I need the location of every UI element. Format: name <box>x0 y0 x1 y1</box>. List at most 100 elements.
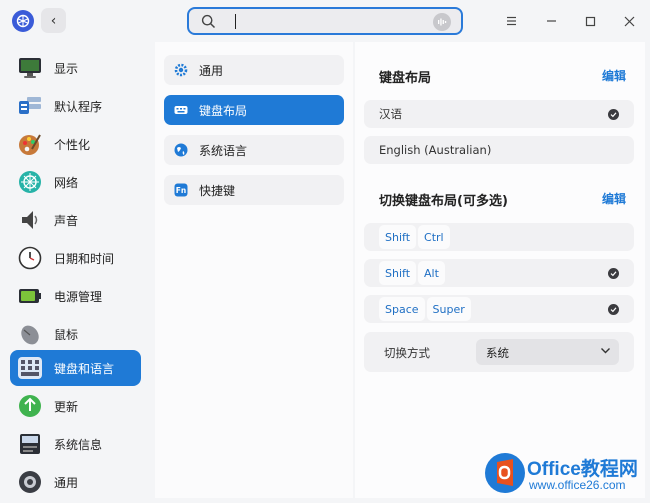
check-icon <box>608 304 619 315</box>
system-info-icon <box>17 431 43 457</box>
minimize-button[interactable] <box>540 10 562 32</box>
shortcut-row-shift-ctrl[interactable]: Shift Ctrl <box>364 223 634 251</box>
keycap: Shift <box>379 261 417 285</box>
shortcut-row-space-super[interactable]: Space Super <box>364 295 634 323</box>
sidebar-item-display[interactable]: 显示 <box>10 50 141 86</box>
close-button[interactable] <box>618 10 640 32</box>
sidebar-item-system-info[interactable]: 系统信息 <box>10 426 141 462</box>
menu-button[interactable] <box>500 10 522 32</box>
watermark: Office教程网 www.office26.com <box>483 450 648 498</box>
maximize-button[interactable] <box>579 10 601 32</box>
sidebar-item-update[interactable]: 更新 <box>10 388 141 424</box>
update-icon <box>17 393 43 419</box>
sidebar-item-mouse[interactable]: 鼠标 <box>10 316 141 352</box>
battery-icon <box>17 283 43 309</box>
maximize-icon <box>585 16 595 26</box>
submenu-item-label: 键盘布局 <box>199 103 248 118</box>
sidebar-item-label: 个性化 <box>54 137 91 152</box>
general-icon <box>17 469 43 495</box>
layout-row-label: English (Australian) <box>379 143 492 157</box>
keycap: Shift <box>379 225 417 249</box>
keycap: Alt <box>418 261 445 285</box>
sidebar-item-label: 网络 <box>54 175 79 190</box>
mouse-icon <box>17 321 43 347</box>
sidebar: 显示 默认程序 个性化 网络 声音 日期和时间 电源管理 鼠标 键盘和语言 更新… <box>0 42 150 503</box>
sidebar-item-sound[interactable]: 声音 <box>10 202 141 238</box>
gear-icon <box>174 63 188 77</box>
chevron-down-icon <box>600 345 611 359</box>
sidebar-item-personalization[interactable]: 个性化 <box>10 126 141 162</box>
control-center-window: ‹ 显示 默认程序 个性化 网络 声音 日期和时间 电源管理 鼠标 键盘和语言 … <box>0 0 650 503</box>
text-caret <box>235 14 236 29</box>
title-bar: ‹ <box>0 0 650 42</box>
sidebar-item-date-time[interactable]: 日期和时间 <box>10 240 141 276</box>
search-icon <box>201 14 216 32</box>
sidebar-item-general[interactable]: 通用 <box>10 464 141 500</box>
settings-content: 键盘布局 编辑 汉语 English (Australian) 切换键盘布局(可… <box>355 42 645 498</box>
keycap: Ctrl <box>418 225 450 249</box>
submenu-item-system-language[interactable]: 系统语言 <box>164 135 344 165</box>
minimize-icon <box>546 20 556 22</box>
svg-text:Fn: Fn <box>176 186 186 195</box>
layout-row-chinese[interactable]: 汉语 <box>364 100 634 128</box>
sidebar-item-label: 更新 <box>54 399 79 414</box>
sidebar-item-keyboard-language[interactable]: 键盘和语言 <box>10 350 141 386</box>
search-input[interactable] <box>237 11 417 33</box>
sidebar-item-label: 显示 <box>54 61 79 76</box>
submenu-item-label: 通用 <box>199 63 224 78</box>
submenu-panel: 通用 键盘布局 系统语言 Fn 快捷键 <box>155 42 353 498</box>
fn-key-icon: Fn <box>174 183 188 197</box>
switch-layout-title: 切换键盘布局(可多选) <box>379 194 508 209</box>
network-icon <box>17 169 43 195</box>
submenu-item-keyboard-layout[interactable]: 键盘布局 <box>164 95 344 125</box>
globe-icon <box>174 143 188 157</box>
submenu-item-shortcuts[interactable]: Fn 快捷键 <box>164 175 344 205</box>
sidebar-item-label: 鼠标 <box>54 327 79 342</box>
sidebar-item-label: 键盘和语言 <box>54 361 115 376</box>
keyboard-layout-title: 键盘布局 <box>379 71 432 86</box>
keyboard-layout-icon <box>174 103 188 117</box>
key-combo: Shift Ctrl <box>377 225 450 249</box>
sidebar-item-label: 电源管理 <box>54 289 103 304</box>
select-value: 系统 <box>486 346 509 360</box>
close-icon <box>624 16 634 26</box>
display-icon <box>17 55 43 81</box>
sidebar-item-label: 系统信息 <box>54 437 103 452</box>
search-box[interactable] <box>187 7 463 35</box>
keycap: Space <box>379 297 425 321</box>
sidebar-item-network[interactable]: 网络 <box>10 164 141 200</box>
keyboard-icon <box>17 355 43 381</box>
sidebar-item-label: 日期和时间 <box>54 251 115 266</box>
default-apps-icon <box>17 93 43 119</box>
layout-row-english-australian[interactable]: English (Australian) <box>364 136 634 164</box>
submenu-item-label: 快捷键 <box>199 183 236 198</box>
sound-icon <box>17 207 43 233</box>
key-combo: Shift Alt <box>377 261 445 285</box>
sidebar-item-label: 默认程序 <box>54 99 103 114</box>
sidebar-item-default-apps[interactable]: 默认程序 <box>10 88 141 124</box>
check-icon <box>608 109 619 120</box>
sidebar-item-power[interactable]: 电源管理 <box>10 278 141 314</box>
sidebar-item-label: 通用 <box>54 475 79 490</box>
switch-edit-button[interactable]: 编辑 <box>602 190 626 207</box>
layout-edit-button[interactable]: 编辑 <box>602 67 626 84</box>
office-logo-icon <box>485 453 525 493</box>
clock-icon <box>17 245 43 271</box>
watermark-title: Office教程网 <box>527 459 638 480</box>
submenu-item-label: 系统语言 <box>199 143 248 158</box>
check-icon <box>608 268 619 279</box>
switch-method-select[interactable]: 系统 <box>476 339 619 365</box>
shortcut-row-shift-alt[interactable]: Shift Alt <box>364 259 634 287</box>
chevron-left-icon: ‹ <box>50 12 57 29</box>
layout-row-label: 汉语 <box>379 107 402 121</box>
voice-input-icon[interactable] <box>433 13 451 31</box>
switch-method-label: 切换方式 <box>384 346 430 360</box>
submenu-item-general[interactable]: 通用 <box>164 55 344 85</box>
key-combo: Space Super <box>377 297 471 321</box>
sidebar-item-label: 声音 <box>54 213 79 228</box>
personalization-icon <box>17 131 43 157</box>
back-button[interactable]: ‹ <box>41 8 66 33</box>
hamburger-menu-icon <box>506 16 516 26</box>
keycap: Super <box>426 297 471 321</box>
app-logo-icon[interactable] <box>12 10 34 32</box>
